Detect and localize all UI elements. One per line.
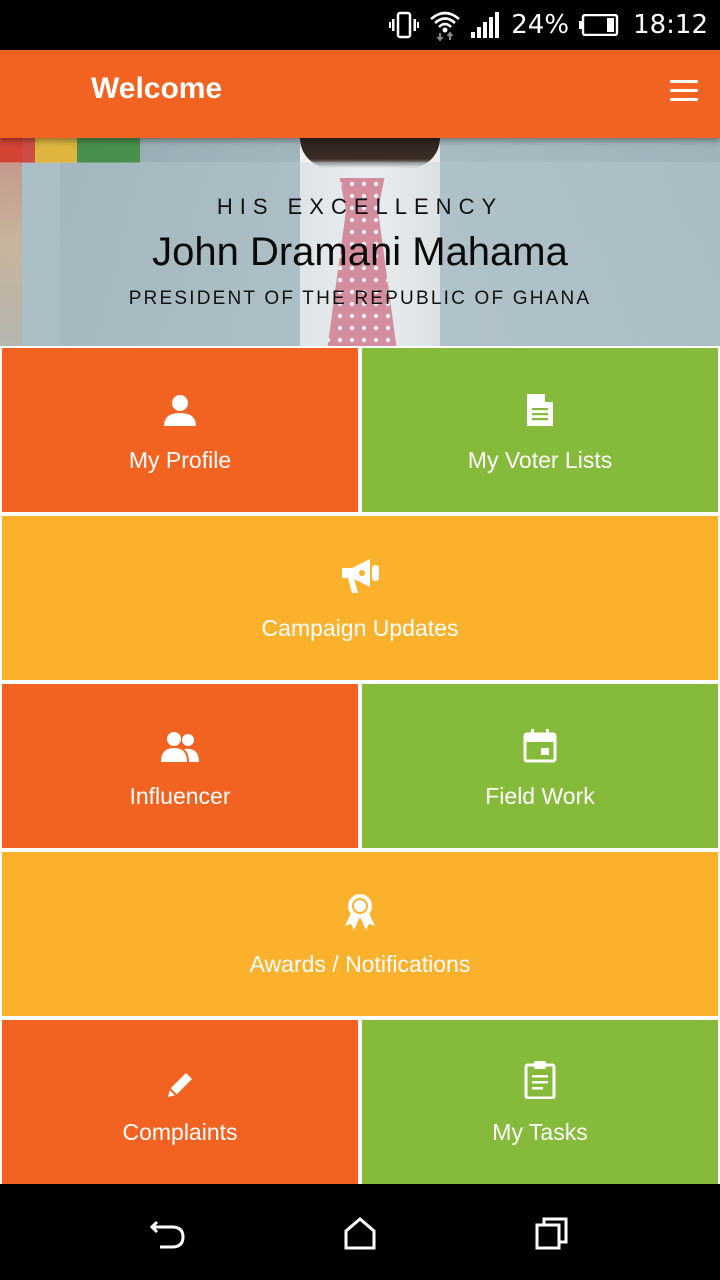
battery-percent: 24% [511,10,570,40]
wifi-icon [429,9,461,41]
app-title: Welcome [91,72,223,105]
tile-label: Campaign Updates [261,614,459,641]
signal-icon [471,12,501,38]
president-banner: HIS EXCELLENCY John Dramani Mahama PRESI… [0,138,720,346]
person-icon [163,387,197,427]
tile-label: Influencer [129,782,231,809]
home-icon[interactable] [340,1214,380,1254]
clock: 18:12 [633,10,708,40]
tile-field-work[interactable]: Field Work [362,684,718,848]
battery-icon [579,14,619,36]
back-icon[interactable] [148,1214,188,1254]
tile-campaign-updates[interactable]: Campaign Updates [2,516,718,680]
tile-label: My Profile [128,446,232,473]
tile-complaints[interactable]: Complaints [2,1020,358,1184]
recent-apps-icon[interactable] [532,1214,572,1254]
tile-label: Complaints [122,1118,238,1145]
hamburger-menu-icon[interactable] [670,80,698,108]
navigation-bar [0,1184,720,1280]
tile-my-voter-lists[interactable]: My Voter Lists [362,348,718,512]
people-icon [160,723,200,763]
president-name: John Dramani Mahama [152,230,568,274]
document-icon [526,387,554,427]
clipboard-icon [524,1059,556,1099]
honorific: HIS EXCELLENCY [216,194,504,219]
tile-label: Field Work [485,782,595,809]
status-bar: 24% 18:12 [0,0,720,50]
pencil-icon [166,1059,194,1099]
calendar-icon [523,723,557,763]
president-title: PRESIDENT OF THE REPUBLIC OF GHANA [128,288,592,309]
tile-label: My Voter Lists [467,446,613,473]
tile-label: My Tasks [492,1118,588,1145]
tile-label: Awards / Notifications [249,950,471,977]
app-bar: Welcome [0,50,720,138]
megaphone-icon [340,555,380,595]
tile-my-profile[interactable]: My Profile [2,348,358,512]
tile-my-tasks[interactable]: My Tasks [362,1020,718,1184]
vibrate-icon [389,11,420,39]
tile-awards-notifications[interactable]: Awards / Notifications [2,852,718,1016]
tile-influencer[interactable]: Influencer [2,684,358,848]
award-ribbon-icon [343,891,377,931]
